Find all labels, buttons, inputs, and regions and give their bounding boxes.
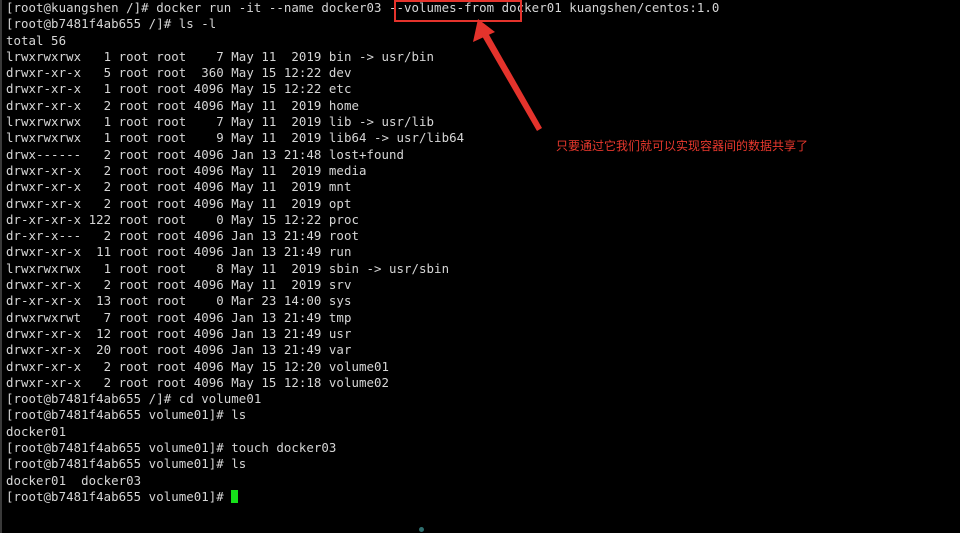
terminal-line: [root@b7481f4ab655 volume01]# touch dock… <box>6 440 337 456</box>
terminal-line: docker01 <box>6 423 67 439</box>
terminal-line: [root@b7481f4ab655 volume01]# ls <box>6 407 247 423</box>
terminal-line: drwxr-xr-x 2 root root 4096 May 11 2019 … <box>6 179 352 195</box>
terminal-line: drwxr-xr-x 5 root root 360 May 15 12:22 … <box>6 65 352 81</box>
prompt-line[interactable]: [root@b7481f4ab655 volume01]# <box>6 489 719 505</box>
scroll-indicator-dot <box>419 527 424 532</box>
terminal-cursor <box>231 489 239 503</box>
terminal-line: lrwxrwxrwx 1 root root 7 May 11 2019 lib… <box>6 114 435 130</box>
terminal-line: drwxrwxrwt 7 root root 4096 Jan 13 21:49… <box>6 309 352 325</box>
terminal-line: drwxr-xr-x 20 root root 4096 Jan 13 21:4… <box>6 342 352 358</box>
terminal-line: [root@b7481f4ab655 volume01]# ls <box>6 456 247 472</box>
terminal-line: dr-xr-x--- 2 root root 4096 Jan 13 21:49… <box>6 228 359 244</box>
terminal-line: drwxr-xr-x 2 root root 4096 May 15 12:18… <box>6 374 389 390</box>
terminal-line: drwxr-xr-x 2 root root 4096 May 11 2019 … <box>6 277 352 293</box>
terminal-line: drwxr-xr-x 2 root root 4096 May 11 2019 … <box>6 162 367 178</box>
terminal-line: drwxr-xr-x 2 root root 4096 May 11 2019 … <box>6 97 359 113</box>
annotation-note: 只要通过它我们就可以实现容器间的数据共享了 <box>556 139 809 153</box>
terminal-line: docker01 docker03 <box>6 472 142 488</box>
terminal-line: [root@b7481f4ab655 /]# ls -l <box>6 16 217 32</box>
terminal-line: dr-xr-xr-x 122 root root 0 May 15 12:22 … <box>6 211 359 227</box>
terminal-line: drwxr-xr-x 2 root root 4096 May 11 2019 … <box>6 195 352 211</box>
terminal-output: [root@kuangshen /]# docker run -it --nam… <box>6 0 719 505</box>
window-border <box>0 0 2 533</box>
terminal-line: [root@b7481f4ab655 /]# cd volume01 <box>6 391 262 407</box>
terminal-line: total 56 <box>6 32 67 48</box>
terminal-line: drwxr-xr-x 12 root root 4096 Jan 13 21:4… <box>6 325 352 341</box>
prompt-text: [root@b7481f4ab655 volume01]# <box>6 488 232 504</box>
terminal-line: drwxr-xr-x 11 root root 4096 Jan 13 21:4… <box>6 244 352 260</box>
volumes-from-highlight-box <box>394 0 522 22</box>
terminal-window[interactable]: [root@kuangshen /]# docker run -it --nam… <box>0 0 960 533</box>
terminal-line: lrwxrwxrwx 1 root root 7 May 11 2019 bin… <box>6 48 435 64</box>
terminal-line: drwxr-xr-x 2 root root 4096 May 15 12:20… <box>6 358 389 374</box>
terminal-line: lrwxrwxrwx 1 root root 8 May 11 2019 sbi… <box>6 260 450 276</box>
terminal-line: [root@kuangshen /]# docker run -it --nam… <box>6 0 720 15</box>
terminal-line: dr-xr-xr-x 13 root root 0 Mar 23 14:00 s… <box>6 293 352 309</box>
terminal-line: drwxr-xr-x 1 root root 4096 May 15 12:22… <box>6 81 352 97</box>
